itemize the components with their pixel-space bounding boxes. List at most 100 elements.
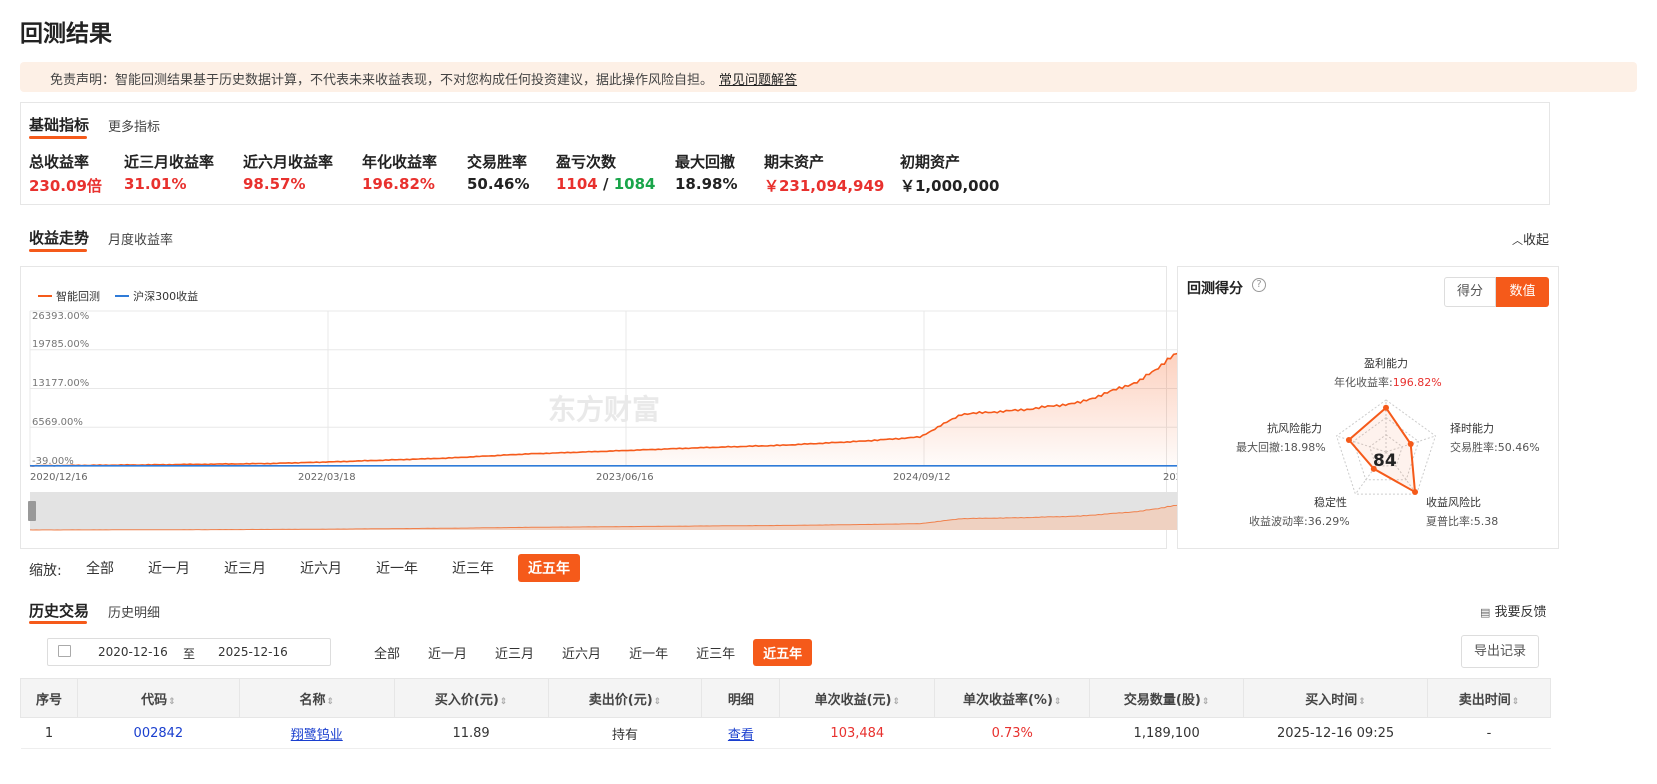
total-score: 84 [1373, 451, 1397, 471]
zoom-range-button-2[interactable]: 近三月 [214, 554, 276, 582]
zoom-range-button-3[interactable]: 近六月 [290, 554, 352, 582]
col-header-code[interactable]: 代码⇕ [76, 678, 240, 718]
metric-value-win-loss-count: 1104 / 1084 [556, 175, 655, 193]
history-range-button-0[interactable]: 全部 [364, 639, 410, 666]
col-header-label: 明细 [727, 692, 754, 708]
date-range-picker[interactable]: 2020-12-16 至 2025-12-16 [47, 638, 331, 666]
col-header-buy-time[interactable]: 买入时间⇕ [1243, 678, 1428, 718]
tab-return-trend[interactable]: 收益走势 [29, 227, 89, 248]
tab-history-trades[interactable]: 历史交易 [29, 600, 89, 621]
cell-detail-link[interactable]: 查看 [701, 717, 780, 749]
cell-sell-price: 持有 [548, 717, 702, 749]
faq-link[interactable]: 常见问题解答 [719, 73, 797, 88]
toggle-score-button[interactable]: 得分 [1444, 277, 1496, 307]
navigator-handle-left [28, 501, 36, 521]
radar-sub-profit-value: 196.82% [1392, 376, 1442, 389]
history-range-button-6[interactable]: 近五年 [753, 639, 813, 666]
chart-legend: 智能回测 沪深300收益 [38, 282, 208, 304]
loss-count: 1084 [613, 175, 656, 193]
legend-swatch-strategy [38, 295, 52, 297]
cell-buy-time: 2025-12-16 09:25 [1243, 717, 1428, 749]
toggle-value-button[interactable]: 数值 [1496, 277, 1549, 307]
zoom-range-button-5[interactable]: 近三年 [442, 554, 504, 582]
end-date-input[interactable]: 2025-12-16 [218, 645, 288, 659]
history-table: 序号 代码⇕ 名称⇕ 买入价(元)⇕ 卖出价(元)⇕ 明细 单次收益(元)⇕ 单… [20, 678, 1551, 749]
cell-single-profit: 103,484 [779, 717, 935, 749]
history-range-button-4[interactable]: 近一年 [619, 639, 678, 666]
y-tick-label: 6569.00% [32, 417, 83, 428]
metric-value-start-assets: ￥1,000,000 [900, 177, 1000, 195]
radar-dim-risk-return: 收益风险比 [1426, 496, 1481, 509]
history-range-button-1[interactable]: 近一月 [418, 639, 477, 666]
radar-score-point [1407, 440, 1414, 447]
col-header-label: 买入价(元) [434, 692, 499, 708]
radar-score-point [1412, 488, 1419, 495]
zoom-range-button-0[interactable]: 全部 [76, 554, 124, 582]
return-chart[interactable]: 东方财富 [28, 305, 1223, 535]
tab-history-details[interactable]: 历史明细 [108, 602, 160, 621]
sort-icon: ⇕ [1201, 696, 1210, 707]
cell-name-link[interactable]: 翔鹭钨业 [239, 717, 395, 749]
col-header-label: 代码 [141, 692, 168, 708]
metric-value-3m-return: 31.01% [124, 175, 187, 193]
col-header-sell-time[interactable]: 卖出时间⇕ [1427, 678, 1551, 718]
col-header-index: 序号 [20, 678, 78, 718]
y-tick-label: 26393.00% [32, 311, 90, 322]
legend-item-benchmark[interactable]: 沪深300收益 [115, 288, 198, 304]
legend-item-strategy[interactable]: 智能回测 [38, 288, 100, 304]
radar-sub-anti-risk-value: 18.98% [1283, 441, 1326, 454]
metric-value-6m-return: 98.57% [243, 175, 306, 193]
cell-code-link[interactable]: 002842 [77, 717, 240, 749]
radar-dim-anti-risk: 抗风险能力 [1267, 422, 1322, 435]
metric-value-total-return: 230.09倍 [29, 177, 102, 195]
col-header-single-profit[interactable]: 单次收益(元)⇕ [779, 678, 936, 718]
sort-icon: ⇕ [326, 696, 334, 707]
radar-dim-stability: 稳定性 [1314, 496, 1347, 509]
history-range-button-2[interactable]: 近三月 [485, 639, 544, 666]
watermark-logo: 东方财富 [548, 393, 660, 426]
collapse-button[interactable]: ︿收起 [1512, 229, 1549, 248]
help-icon[interactable]: ? [1252, 278, 1266, 292]
col-header-label: 买入时间 [1305, 692, 1358, 708]
col-header-single-rate[interactable]: 单次收益率(%)⇕ [934, 678, 1091, 718]
feedback-link[interactable]: ▤ 我要反馈 [1480, 601, 1547, 620]
tab-underline [29, 136, 87, 139]
radar-score-point [1345, 436, 1352, 443]
history-range-button-3[interactable]: 近六月 [552, 639, 611, 666]
zoom-range-button-4[interactable]: 近一年 [366, 554, 428, 582]
legend-label-benchmark: 沪深300收益 [133, 290, 199, 303]
radar-sub-stability-value: 36.29% [1307, 515, 1350, 528]
x-tick-label: 2024/09/12 [893, 472, 951, 483]
radar-sub-anti-risk: 最大回撤:18.98% [1236, 439, 1326, 455]
zoom-label: 缩放: [29, 563, 62, 579]
zoom-range-button-6[interactable]: 近五年 [518, 554, 580, 582]
start-date-input[interactable]: 2020-12-16 [98, 645, 168, 659]
radar-sub-stability: 收益波动率:36.29% [1249, 513, 1350, 529]
x-tick-label: 2022/03/18 [298, 472, 356, 483]
col-header-sell-price[interactable]: 卖出价(元)⇕ [547, 678, 703, 718]
col-header-buy-price[interactable]: 买入价(元)⇕ [393, 678, 549, 718]
tab-basic-metrics[interactable]: 基础指标 [29, 114, 89, 135]
col-header-label: 交易数量(股) [1123, 692, 1201, 708]
col-header-quantity[interactable]: 交易数量(股)⇕ [1089, 678, 1245, 718]
tab-underline [29, 249, 87, 252]
sort-icon: ⇕ [1511, 696, 1520, 707]
tab-monthly-return[interactable]: 月度收益率 [108, 229, 173, 248]
tab-more-metrics[interactable]: 更多指标 [108, 116, 160, 135]
metric-value-max-drawdown: 18.98% [675, 175, 738, 193]
sort-icon: ⇕ [1358, 696, 1366, 707]
radar-sub-timing: 交易胜率:50.46% [1450, 439, 1540, 455]
export-button[interactable]: 导出记录 [1461, 635, 1539, 668]
radar-sub-stability-label: 收益波动率: [1249, 515, 1308, 528]
sort-icon: ⇕ [499, 696, 508, 707]
col-header-name[interactable]: 名称⇕ [238, 678, 395, 718]
legend-swatch-benchmark [115, 295, 130, 297]
history-range-button-5[interactable]: 近三年 [686, 639, 745, 666]
metric-value-end-assets: ￥231,094,949 [764, 177, 885, 195]
zoom-range-button-1[interactable]: 近一月 [138, 554, 200, 582]
chevron-up-icon: ︿ [1512, 234, 1523, 247]
col-header-label: 序号 [35, 692, 62, 708]
radar-dim-timing: 择时能力 [1450, 422, 1494, 435]
score-title: 回测得分 [1187, 281, 1243, 297]
sort-icon: ⇕ [1053, 696, 1062, 707]
